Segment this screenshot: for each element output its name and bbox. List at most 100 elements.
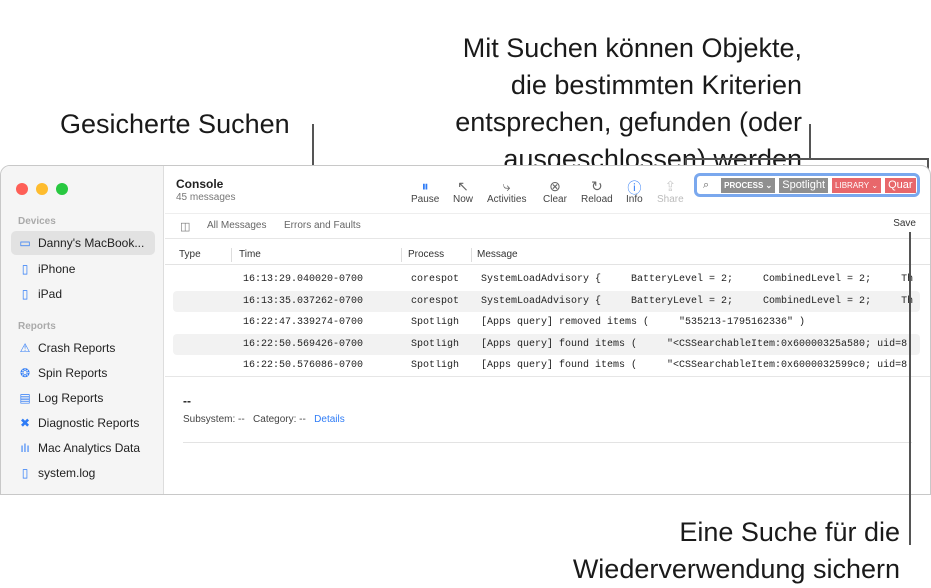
iphone-icon: ▯ (21, 262, 29, 276)
detail-subsystem: Subsystem: -- (183, 414, 245, 425)
details-link[interactable]: Details (314, 414, 345, 425)
sidebar-item-spin-reports[interactable]: ❂ Spin Reports (11, 361, 155, 385)
info-icon: ⓘ (627, 180, 642, 196)
cell-message: SystemLoadAdvisory { BatteryLevel = 2; C… (481, 274, 914, 285)
pause-button[interactable]: ⏸ Pause (411, 178, 439, 205)
sidebar-item-ipad[interactable]: ▯ iPad (11, 282, 155, 306)
column-process[interactable]: Process (408, 249, 444, 260)
token-type-label: PROCESS (724, 180, 764, 190)
search-icon: ⌕ (703, 178, 710, 191)
sidebar: Devices ▭ Danny's MacBook... ▯ iPhone ▯ iPa… (1, 166, 164, 494)
cell-time: 16:13:29.040020-0700 (243, 274, 364, 285)
callout-line-text: Mit Suchen können Objekte, (462, 33, 802, 63)
message-count: 45 messages (176, 192, 236, 203)
zoom-button[interactable] (56, 183, 68, 195)
now-label: Now (453, 194, 474, 205)
close-button[interactable] (16, 183, 28, 195)
callout-saved-searches: Gesicherte Suchen (60, 109, 290, 139)
sidebar-item-system-log[interactable]: ▯ system.log (11, 461, 155, 485)
sidebar-item-label: Danny's MacBook... (38, 236, 145, 250)
callout-bracket (685, 158, 929, 160)
chart-icon: ılı (20, 441, 30, 455)
callout-line (909, 232, 911, 545)
share-button[interactable]: ⇪ Share (657, 178, 684, 205)
process-token-value[interactable]: Spotlight (779, 177, 829, 193)
cell-process: corespot (411, 295, 460, 307)
sidebar-item-mac-analytics[interactable]: ılı Mac Analytics Data (11, 436, 155, 460)
cell-process: Spotligh (411, 360, 460, 371)
callout-search-description: Mit Suchen können Objekte, die bestimmte… (455, 30, 802, 178)
sidebar-item-label: system.log (38, 466, 96, 480)
cell-process: Spotligh (411, 317, 460, 328)
sidebar-item-label: iPad (38, 287, 63, 301)
log-icon: ▤ (19, 391, 31, 405)
clear-icon: ⊗ (549, 178, 561, 194)
window-title: Console (176, 177, 224, 191)
sidebar-item-crash-reports[interactable]: ⚠ Crash Reports (11, 336, 155, 360)
cell-message: [Apps query] removed items ( "535213-179… (481, 317, 806, 328)
sidebar-item-log-reports[interactable]: ▤ Log Reports (11, 386, 155, 410)
now-button[interactable]: ↖ Now (453, 178, 473, 205)
clear-button[interactable]: ⊗ Clear (543, 178, 567, 205)
callout-line-text: die bestimmten Kriterien (510, 70, 802, 100)
share-icon: ⇪ (664, 178, 677, 194)
minimize-button[interactable] (36, 183, 48, 195)
cell-time: 16:22:47.339274-0700 (243, 317, 364, 328)
reload-button[interactable]: ↻ Reload (581, 178, 613, 205)
cell-message: [Apps query] found items ( "<CSSearchabl… (481, 338, 908, 350)
save-search-button[interactable]: Save (893, 218, 916, 229)
column-type[interactable]: Type (179, 249, 201, 260)
console-window: Devices ▭ Danny's MacBook... ▯ iPhone ▯ iPa… (0, 165, 931, 495)
spin-icon: ❂ (19, 366, 31, 380)
cell-time: 16:22:50.569426-0700 (243, 338, 364, 350)
sidebar-item-iphone[interactable]: ▯ iPhone (11, 257, 155, 281)
now-icon: ↖ (457, 178, 469, 194)
callout-line-text: Eine Suche für die (679, 517, 900, 547)
detail-title: -- (183, 394, 191, 408)
sidebar-item-macbook[interactable]: ▭ Danny's MacBook... (11, 231, 155, 255)
devices-heading: Devices (18, 216, 56, 227)
callout-save-search: Eine Suche für die Wiederverwendung sich… (573, 514, 900, 588)
sidebar-item-label: Crash Reports (38, 341, 116, 355)
token-type-label: LIBRARY (835, 180, 870, 190)
activities-icon: ⤷ (502, 178, 511, 194)
clear-label: Clear (543, 194, 567, 205)
cell-message: SystemLoadAdvisory { BatteryLevel = 2; C… (481, 295, 914, 307)
library-token-value[interactable]: Quar (885, 177, 916, 193)
filter-errors-and-faults[interactable]: Errors and Faults (284, 220, 361, 231)
column-time[interactable]: Time (239, 249, 261, 260)
table-row[interactable]: 16:13:29.040020-0700 corespot SystemLoadAd… (173, 269, 920, 290)
sidebar-toggle-icon[interactable]: ◫ (180, 220, 190, 233)
ipad-icon: ▯ (21, 287, 29, 301)
cell-message: [Apps query] found items ( "<CSSearchabl… (481, 360, 908, 371)
table-row[interactable]: 16:22:47.339274-0700 Spotligh [Apps query]… (173, 312, 920, 333)
cell-time: 16:22:50.576086-0700 (243, 360, 364, 371)
activities-label: Activities (487, 194, 527, 205)
laptop-icon: ▭ (19, 236, 31, 250)
process-token-type[interactable]: PROCESS ⌄ (721, 177, 776, 193)
callout-line-text: entsprechen, gefunden (oder (455, 107, 802, 137)
filter-all-messages[interactable]: All Messages (207, 220, 266, 231)
pause-label: Pause (411, 194, 440, 205)
column-message[interactable]: Message (477, 249, 518, 260)
callout-line (809, 124, 811, 159)
info-button[interactable]: ⓘ Info (626, 178, 643, 205)
info-label: Info (626, 194, 643, 205)
table-header: Type Time Process Message (165, 245, 930, 265)
cell-time: 16:13:35.037262-0700 (243, 295, 364, 307)
main-pane: Console 45 messages ⏸ Pause ↖ Now ⤷ Activit… (165, 166, 930, 494)
sidebar-item-label: Mac Analytics Data (38, 441, 141, 455)
search-field[interactable]: ⌕ PROCESS ⌄ Spotlight LIBRARY ⌄ Quar (694, 173, 920, 197)
document-icon: ▯ (21, 466, 29, 480)
sidebar-item-label: Spin Reports (38, 366, 108, 380)
sidebar-item-diagnostic-reports[interactable]: ✖ Diagnostic Reports (11, 411, 155, 435)
reload-icon: ↻ (590, 178, 603, 194)
table-row[interactable]: 16:13:35.037262-0700 corespot SystemLoadAd… (173, 290, 920, 312)
sidebar-item-label: Log Reports (38, 391, 104, 405)
table-row[interactable]: 16:22:50.576086-0700 Spotligh [Apps query]… (173, 355, 920, 376)
library-token-type[interactable]: LIBRARY ⌄ (832, 177, 882, 193)
activities-button[interactable]: ⤷ Activities (487, 178, 526, 205)
table-row[interactable]: 16:22:50.569426-0700 Spotligh [Apps query]… (173, 333, 920, 355)
tools-icon: ✖ (19, 416, 31, 430)
sidebar-item-label: iPhone (38, 262, 76, 276)
